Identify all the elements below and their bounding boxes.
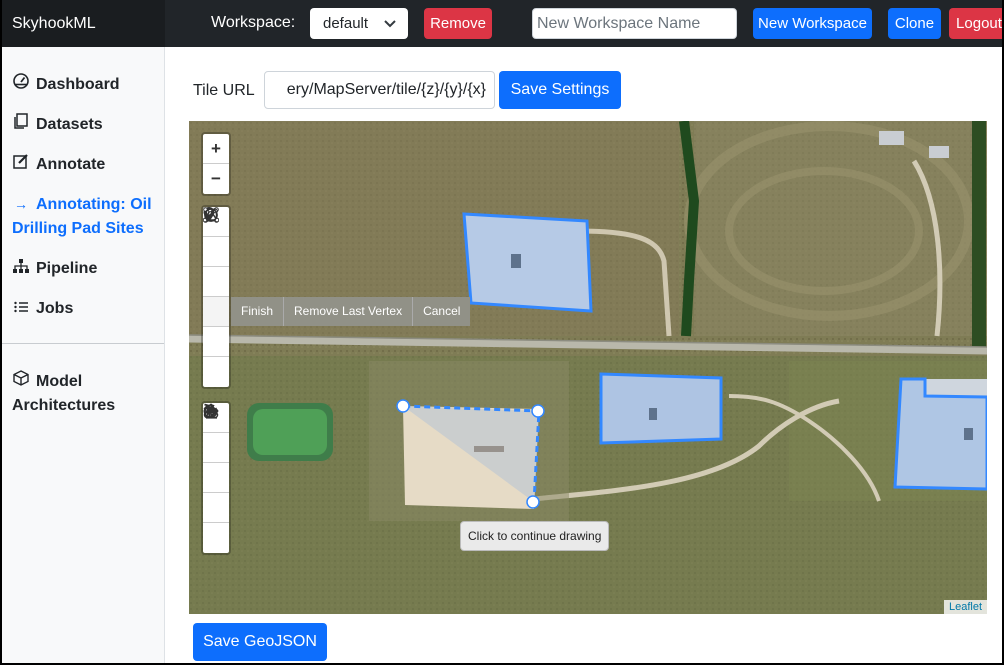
annotation-polygon xyxy=(893,377,987,491)
logout-button[interactable]: Logout xyxy=(949,8,1004,39)
save-geojson-button[interactable]: Save GeoJSON xyxy=(193,623,327,661)
rotate-layers-button[interactable] xyxy=(203,403,229,553)
sidebar-divider xyxy=(0,343,164,344)
list-icon xyxy=(12,296,30,320)
sidebar-item-label: Pipeline xyxy=(36,260,98,277)
drawing-tooltip: Click to continue drawing xyxy=(460,521,610,551)
sidebar-item-label: Datasets xyxy=(36,116,103,133)
copy-icon xyxy=(12,112,30,136)
map-attribution-link[interactable]: Leaflet xyxy=(943,600,987,614)
vertex-marker xyxy=(531,404,545,418)
sidebar-item-annotating-oil-drilling[interactable]: → Annotating: Oil Drilling Pad Sites xyxy=(12,192,152,241)
draw-circle-button[interactable] xyxy=(203,208,229,357)
drag-layers-button[interactable] xyxy=(203,403,229,463)
sidebar-item-label: Dashboard xyxy=(36,76,120,93)
finish-button[interactable]: Finish xyxy=(231,297,284,326)
remove-layers-button[interactable] xyxy=(203,404,229,523)
sidebar-item-pipeline[interactable]: Pipeline xyxy=(12,256,97,281)
vertex-marker xyxy=(526,495,540,509)
draw-circle-marker-button[interactable] xyxy=(203,208,229,387)
tile-url-label: Tile URL xyxy=(193,82,255,99)
workspace-select-value: default xyxy=(323,15,369,32)
sidebar-item-label-line2: Architectures xyxy=(12,397,116,414)
edit-toolbar xyxy=(201,401,231,555)
draw-actions-bar: Finish Remove Last Vertex Cancel xyxy=(231,297,471,326)
annotation-polygon xyxy=(599,372,723,445)
sidebar-item-label: Annotate xyxy=(36,156,106,173)
box-icon xyxy=(12,369,30,393)
draw-toolbar xyxy=(201,205,231,389)
remove-workspace-button[interactable]: Remove xyxy=(424,8,492,39)
gauge-icon xyxy=(12,72,30,96)
clone-workspace-button[interactable]: Clone xyxy=(888,8,941,39)
chevron-down-icon xyxy=(384,8,396,39)
sidebar-item-dashboard[interactable]: Dashboard xyxy=(12,72,120,97)
sidebar-item-jobs[interactable]: Jobs xyxy=(12,296,73,321)
remove-last-vertex-button[interactable]: Remove Last Vertex xyxy=(283,297,413,326)
top-navbar: SkyhookML Workspace: default Remove New … xyxy=(0,0,1004,47)
brand-logo[interactable]: SkyhookML xyxy=(0,0,165,47)
new-workspace-name-input[interactable] xyxy=(532,8,737,39)
sidebar-item-label: Model xyxy=(36,373,83,390)
draw-polyline-button[interactable] xyxy=(203,207,229,267)
workspace-label: Workspace: xyxy=(211,14,296,31)
new-workspace-button[interactable]: New Workspace xyxy=(753,8,872,39)
sidebar-item-label: Jobs xyxy=(36,300,74,317)
tile-url-input[interactable] xyxy=(264,71,495,109)
map-canvas[interactable]: + − Finish Remove Last Vertex Cancel Cli… xyxy=(189,121,987,614)
zoom-in-button[interactable]: + xyxy=(203,134,229,164)
edit-icon xyxy=(12,152,30,176)
zoom-out-button[interactable]: − xyxy=(203,164,229,194)
zoom-control: + − xyxy=(201,132,231,196)
draw-polygon-button[interactable] xyxy=(203,207,229,327)
vertex-marker xyxy=(396,399,410,413)
sidebar-item-label-line2: Drilling Pad Sites xyxy=(12,220,144,237)
cancel-drawing-button[interactable]: Cancel xyxy=(412,297,471,326)
arrow-right-icon: → xyxy=(14,196,28,212)
diagram-icon xyxy=(12,256,30,280)
cut-layers-button[interactable] xyxy=(203,404,229,493)
save-settings-button[interactable]: Save Settings xyxy=(499,71,621,109)
sidebar: Dashboard Datasets Annotate → Annotating:… xyxy=(0,47,165,665)
sidebar-item-datasets[interactable]: Datasets xyxy=(12,112,103,137)
sidebar-item-model-architectures[interactable]: Model Architectures xyxy=(12,369,115,418)
sidebar-item-annotate[interactable]: Annotate xyxy=(12,152,105,177)
workspace-select[interactable]: default xyxy=(310,8,408,39)
annotation-polygon xyxy=(462,212,593,313)
draw-rectangle-button[interactable] xyxy=(203,207,229,297)
sidebar-item-label: Annotating: Oil xyxy=(36,196,152,213)
